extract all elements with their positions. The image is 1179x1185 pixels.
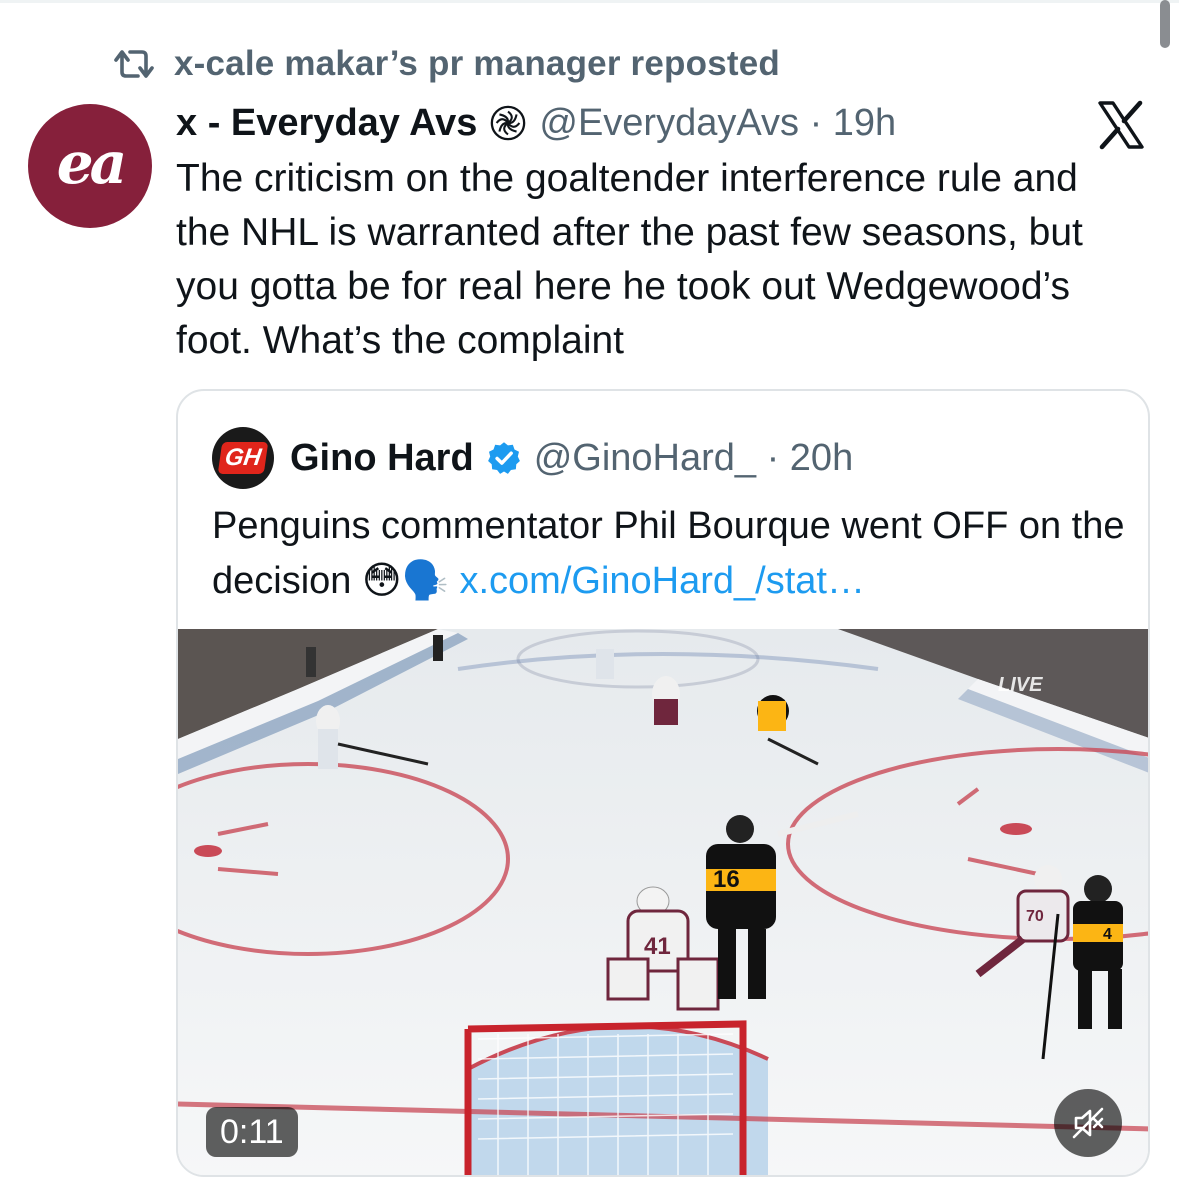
quote-avatar-text: GH — [217, 442, 269, 474]
affiliate-badge-icon[interactable] — [489, 104, 527, 142]
quote-text-block: Penguins commentator Phil Bourque went O… — [212, 499, 1132, 608]
x-logo-icon[interactable] — [1096, 100, 1146, 150]
post-header: x - Everyday Avs @EverydayAvs · 19h — [176, 98, 896, 148]
jersey-number-41: 41 — [644, 933, 671, 960]
quote-avatar[interactable]: GH — [212, 427, 274, 489]
jersey-number-70: 70 — [1026, 908, 1044, 925]
quote-handle-timestamp[interactable]: @GinoHard_ · 20h — [534, 437, 854, 480]
quote-link[interactable]: x.com/GinoHard_/stat… — [459, 560, 864, 602]
video-frame: 41 16 70 4 LIVE — [178, 629, 1148, 1175]
scrollbar[interactable] — [1160, 0, 1170, 48]
jersey-number-16: 16 — [713, 866, 740, 893]
top-divider — [0, 0, 1179, 3]
quote-emojis: 😳🗣️ — [361, 558, 449, 602]
avatar[interactable]: ea — [28, 104, 152, 228]
video-player[interactable]: 41 16 70 4 LIVE 0:11 — [178, 629, 1148, 1175]
broadcast-logo-text: LIVE — [998, 674, 1043, 696]
author-name[interactable]: x - Everyday Avs — [176, 102, 477, 145]
quote-tweet-card[interactable]: GH Gino Hard @GinoHard_ · 20h Penguins c… — [176, 389, 1150, 1177]
repost-icon — [114, 50, 154, 78]
verified-badge-icon — [487, 442, 520, 474]
handle-timestamp[interactable]: @EverydayAvs · 19h — [539, 102, 896, 145]
quote-author-name[interactable]: Gino Hard — [290, 437, 474, 480]
quote-header: GH Gino Hard @GinoHard_ · 20h — [212, 427, 854, 489]
avatar-text: ea — [56, 129, 128, 197]
mute-button[interactable] — [1054, 1089, 1122, 1157]
jersey-number-4: 4 — [1103, 926, 1112, 943]
post-text: The criticism on the goaltender interfer… — [176, 157, 1083, 362]
repost-label: x-cale makar’s pr manager reposted — [174, 44, 780, 83]
mute-icon — [1072, 1107, 1104, 1139]
repost-indicator[interactable]: x-cale makar’s pr manager reposted — [112, 42, 780, 86]
video-duration: 0:11 — [206, 1107, 298, 1157]
